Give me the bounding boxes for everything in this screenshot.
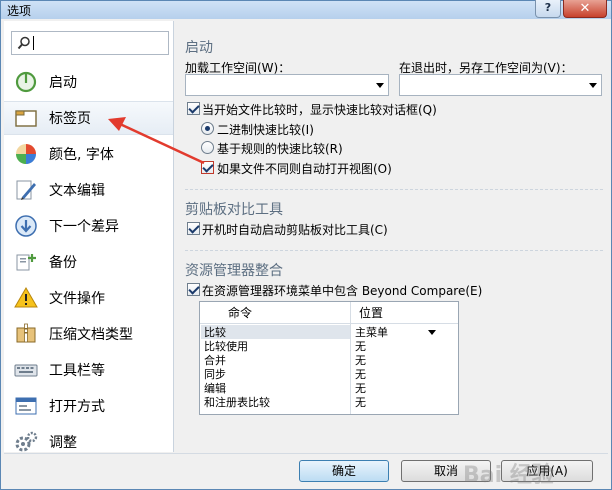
table-cell-location[interactable]: 无 [355,340,366,353]
sidebar-item-label: 备份 [49,255,77,271]
column-divider [350,324,351,414]
sidebar-item-label: 文件操作 [49,291,105,307]
table-cell-location[interactable]: 无 [355,382,366,395]
sidebar-item-label: 调整 [49,435,77,451]
search-box[interactable] [11,31,169,55]
sidebar-item-label: 启动 [49,75,77,91]
window-title: 选项 [7,4,32,18]
load-workspace-dropdown[interactable] [185,74,389,96]
title-bar[interactable]: 选项 ? ✕ [1,0,611,19]
auto-open-view-checkbox[interactable] [201,161,214,174]
sidebar-item-label: 工具栏等 [49,363,105,379]
clipboard-autostart-label: 开机时自动启动剪贴板对比工具(C) [202,223,388,237]
startup-group-title: 启动 [185,40,213,56]
rules-quick-compare-label: 基于规则的快速比较(R) [217,142,343,156]
ok-button[interactable]: 确定 [299,460,389,482]
chevron-down-icon[interactable] [428,330,436,335]
sidebar-item-archive-types[interactable]: 压缩文档类型 [4,317,173,351]
table-cell-command[interactable]: 比较使用 [204,340,248,353]
binary-quick-compare-radio[interactable] [201,122,214,135]
auto-open-view-label: 如果文件不同则自动打开视图(O) [217,162,392,176]
explorer-commands-table: 命令 位置 比较 主菜单 比较使用 无 合并 无 同步 无 编辑 无 和注册表比… [199,301,459,415]
chevron-down-icon [589,83,597,88]
search-input[interactable] [33,35,163,51]
column-header-command[interactable]: 命令 [200,302,350,324]
sidebar-item-file-ops[interactable]: 文件操作 [4,281,173,315]
explorer-menu-label: 在资源管理器环境菜单中包含 Beyond Compare(E) [202,284,483,298]
sidebar-item-backup[interactable]: 备份 [4,245,173,279]
backup-icon [16,254,36,271]
text-cursor [33,36,34,50]
close-button[interactable]: ✕ [563,0,607,18]
sidebar-item-label: 下一个差异 [49,219,119,235]
archive-icon [16,323,36,343]
table-cell-command[interactable]: 合并 [204,354,226,367]
table-cell-command[interactable]: 和注册表比较 [204,396,270,409]
show-quick-compare-checkbox[interactable] [187,102,200,115]
table-cell-command[interactable]: 比较 [204,326,226,339]
table-cell-command[interactable]: 编辑 [204,382,226,395]
sidebar-item-next-diff[interactable]: 下一个差异 [4,209,173,243]
table-cell-location[interactable]: 主菜单 [355,326,388,339]
chevron-down-icon [376,83,384,88]
sidebar-item-startup[interactable]: 启动 [4,65,173,99]
table-cell-location[interactable]: 无 [355,396,366,409]
sidebar-item-tweaks[interactable]: 调整 [4,425,173,452]
save-workspace-dropdown[interactable] [399,74,602,96]
sidebar-item-colors-fonts[interactable]: 颜色, 字体 [4,137,173,171]
sidebar-item-toolbars[interactable]: 工具栏等 [4,353,173,387]
sidebar-item-label: 打开方式 [49,399,105,415]
gears-icon [15,431,38,452]
keyboard-icon [14,364,38,377]
divider [185,250,603,251]
clipboard-autostart-checkbox[interactable] [187,222,200,235]
sidebar-item-label: 压缩文档类型 [49,327,133,343]
palette-icon [16,144,36,164]
down-arrow-icon [15,215,37,237]
help-button[interactable]: ? [535,0,561,18]
sidebar-item-label: 标签页 [49,111,91,127]
sidebar-item-open-with[interactable]: 打开方式 [4,389,173,423]
clipboard-group-title: 剪贴板对比工具 [185,202,283,218]
sidebar-item-label: 颜色, 字体 [49,147,114,163]
column-header-location[interactable]: 位置 [350,302,458,324]
sidebar: 启动 标签页 颜色, 字体 文本编辑 下一个差异 备份 文件操作 压缩文档类型 … [4,21,174,452]
open-with-icon [15,397,37,415]
show-quick-compare-label: 当开始文件比较时，显示快速比较对话框(Q) [202,103,437,117]
power-icon [15,71,37,93]
sidebar-item-tabs[interactable]: 标签页 [4,101,173,135]
options-dialog: 选项 ? ✕ 启动 标签页 颜色, 字体 文本编辑 下一个差异 备份 文件操作 … [0,0,612,490]
divider [185,189,603,190]
table-cell-location[interactable]: 无 [355,368,366,381]
tab-page-icon [15,110,37,127]
search-icon [17,36,30,50]
rules-quick-compare-radio[interactable] [201,141,214,154]
sidebar-item-text-edit[interactable]: 文本编辑 [4,173,173,207]
binary-quick-compare-label: 二进制快速比较(I) [217,123,314,137]
warning-icon [14,287,38,308]
sidebar-item-label: 文本编辑 [49,183,105,199]
watermark-text: Bai 经验 [463,463,554,488]
explorer-group-title: 资源管理器整合 [185,263,283,279]
table-cell-location[interactable]: 无 [355,354,366,367]
table-cell-command[interactable]: 同步 [204,368,226,381]
pencil-icon [16,180,36,200]
explorer-menu-checkbox[interactable] [187,283,200,296]
